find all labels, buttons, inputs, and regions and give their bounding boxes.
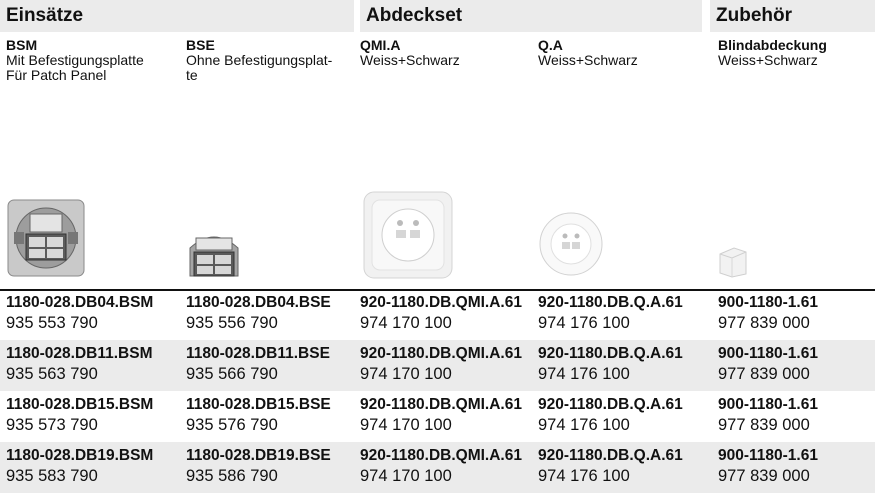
column-header-blindabdeckung: Blindabdeckung Weiss+Schwarz (718, 38, 827, 68)
article-code: 900-1180-1.61 (718, 345, 818, 362)
column-description: Weiss+Schwarz (538, 52, 638, 68)
column-header-bse: BSE Ohne Befestigungsplat- te (186, 38, 332, 83)
bsm-insert-image (7, 199, 85, 277)
column-title: QMI.A (360, 37, 401, 53)
table-cell: 900-1180-1.61 977 839 000 (718, 395, 818, 435)
table-row: 1180-028.DB19.BSM 935 583 790 1180-028.DB… (0, 442, 875, 493)
blindabdeckung-image (719, 247, 747, 278)
table-cell: 920-1180.DB.QMI.A.61 974 170 100 (360, 344, 522, 384)
table-cell: 1180-028.DB15.BSE 935 576 790 (186, 395, 331, 435)
table-cell: 1180-028.DB11.BSE 935 566 790 (186, 344, 330, 384)
column-title: Q.A (538, 37, 563, 53)
column-title: BSE (186, 37, 215, 53)
article-number: 977 839 000 (718, 416, 810, 434)
table-cell: 920-1180.DB.Q.A.61 974 176 100 (538, 344, 683, 384)
article-code: 1180-028.DB11.BSM (6, 345, 153, 362)
article-code: 1180-028.DB15.BSE (186, 396, 331, 413)
article-number: 935 566 790 (186, 365, 278, 383)
article-number: 974 176 100 (538, 467, 630, 485)
article-code: 1180-028.DB19.BSE (186, 447, 331, 464)
table-cell: 1180-028.DB04.BSM 935 553 790 (6, 293, 153, 333)
article-code: 900-1180-1.61 (718, 294, 818, 311)
article-code: 1180-028.DB04.BSE (186, 294, 331, 311)
article-number: 935 573 790 (6, 416, 98, 434)
table-cell: 1180-028.DB19.BSE 935 586 790 (186, 446, 331, 486)
table-cell: 920-1180.DB.Q.A.61 974 176 100 (538, 446, 683, 486)
article-number: 935 576 790 (186, 416, 278, 434)
column-header-qa: Q.A Weiss+Schwarz (538, 38, 638, 68)
article-number: 935 586 790 (186, 467, 278, 485)
column-header-bsm: BSM Mit Befestigungsplatte Für Patch Pan… (6, 38, 144, 83)
article-number: 974 176 100 (538, 314, 630, 332)
article-code: 900-1180-1.61 (718, 396, 818, 413)
article-number: 974 170 100 (360, 365, 452, 383)
table-row: 1180-028.DB15.BSM 935 573 790 1180-028.DB… (0, 391, 875, 442)
group-header-einsaetze: Einsätze (0, 0, 354, 32)
table-cell: 900-1180-1.61 977 839 000 (718, 344, 818, 384)
column-title: Blindabdeckung (718, 37, 827, 53)
table-cell: 920-1180.DB.Q.A.61 974 176 100 (538, 293, 683, 333)
article-number: 974 170 100 (360, 467, 452, 485)
column-description: te (186, 67, 198, 83)
article-code: 900-1180-1.61 (718, 447, 818, 464)
article-code: 920-1180.DB.Q.A.61 (538, 294, 683, 311)
table-cell: 1180-028.DB15.BSM 935 573 790 (6, 395, 153, 435)
column-description: Mit Befestigungsplatte (6, 52, 144, 68)
article-number: 935 563 790 (6, 365, 98, 383)
article-number: 977 839 000 (718, 314, 810, 332)
qa-cover-image (539, 212, 603, 276)
article-number: 935 553 790 (6, 314, 98, 332)
table-cell: 900-1180-1.61 977 839 000 (718, 293, 818, 333)
article-number: 935 583 790 (6, 467, 98, 485)
article-number: 974 176 100 (538, 365, 630, 383)
table-row: 1180-028.DB11.BSM 935 563 790 1180-028.DB… (0, 340, 875, 391)
article-code: 920-1180.DB.QMI.A.61 (360, 396, 522, 413)
article-code: 920-1180.DB.QMI.A.61 (360, 294, 522, 311)
article-code: 920-1180.DB.QMI.A.61 (360, 447, 522, 464)
column-description: Weiss+Schwarz (360, 52, 460, 68)
table-cell: 920-1180.DB.Q.A.61 974 176 100 (538, 395, 683, 435)
article-code: 1180-028.DB15.BSM (6, 396, 154, 413)
column-description: Weiss+Schwarz (718, 52, 818, 68)
table-cell: 1180-028.DB19.BSM 935 583 790 (6, 446, 153, 486)
article-code: 920-1180.DB.QMI.A.61 (360, 345, 522, 362)
table-cell: 1180-028.DB11.BSM 935 563 790 (6, 344, 152, 384)
table-row: 1180-028.DB04.BSM 935 553 790 1180-028.DB… (0, 289, 875, 340)
article-number: 977 839 000 (718, 365, 810, 383)
article-code: 920-1180.DB.Q.A.61 (538, 447, 683, 464)
article-number: 974 176 100 (538, 416, 630, 434)
article-code: 1180-028.DB11.BSE (186, 345, 330, 362)
article-code: 1180-028.DB19.BSM (6, 447, 154, 464)
article-code: 920-1180.DB.Q.A.61 (538, 396, 683, 413)
column-title: BSM (6, 37, 38, 53)
qmia-cover-image (363, 191, 453, 279)
article-number: 974 170 100 (360, 314, 452, 332)
table-cell: 920-1180.DB.QMI.A.61 974 170 100 (360, 293, 522, 333)
column-description: Für Patch Panel (6, 67, 107, 83)
article-number: 977 839 000 (718, 467, 810, 485)
group-header-zubehoer: Zubehör (710, 0, 875, 32)
table-cell: 920-1180.DB.QMI.A.61 974 170 100 (360, 395, 522, 435)
bse-insert-image (189, 236, 239, 277)
column-header-qmia: QMI.A Weiss+Schwarz (360, 38, 460, 68)
column-description: Ohne Befestigungsplat- (186, 52, 333, 68)
article-number: 974 170 100 (360, 416, 452, 434)
group-header-abdeckset: Abdeckset (360, 0, 702, 32)
article-code: 1180-028.DB04.BSM (6, 294, 154, 311)
table-cell: 920-1180.DB.QMI.A.61 974 170 100 (360, 446, 522, 486)
article-table: 1180-028.DB04.BSM 935 553 790 1180-028.DB… (0, 289, 875, 493)
table-cell: 900-1180-1.61 977 839 000 (718, 446, 818, 486)
table-cell: 1180-028.DB04.BSE 935 556 790 (186, 293, 331, 333)
article-code: 920-1180.DB.Q.A.61 (538, 345, 683, 362)
article-number: 935 556 790 (186, 314, 278, 332)
